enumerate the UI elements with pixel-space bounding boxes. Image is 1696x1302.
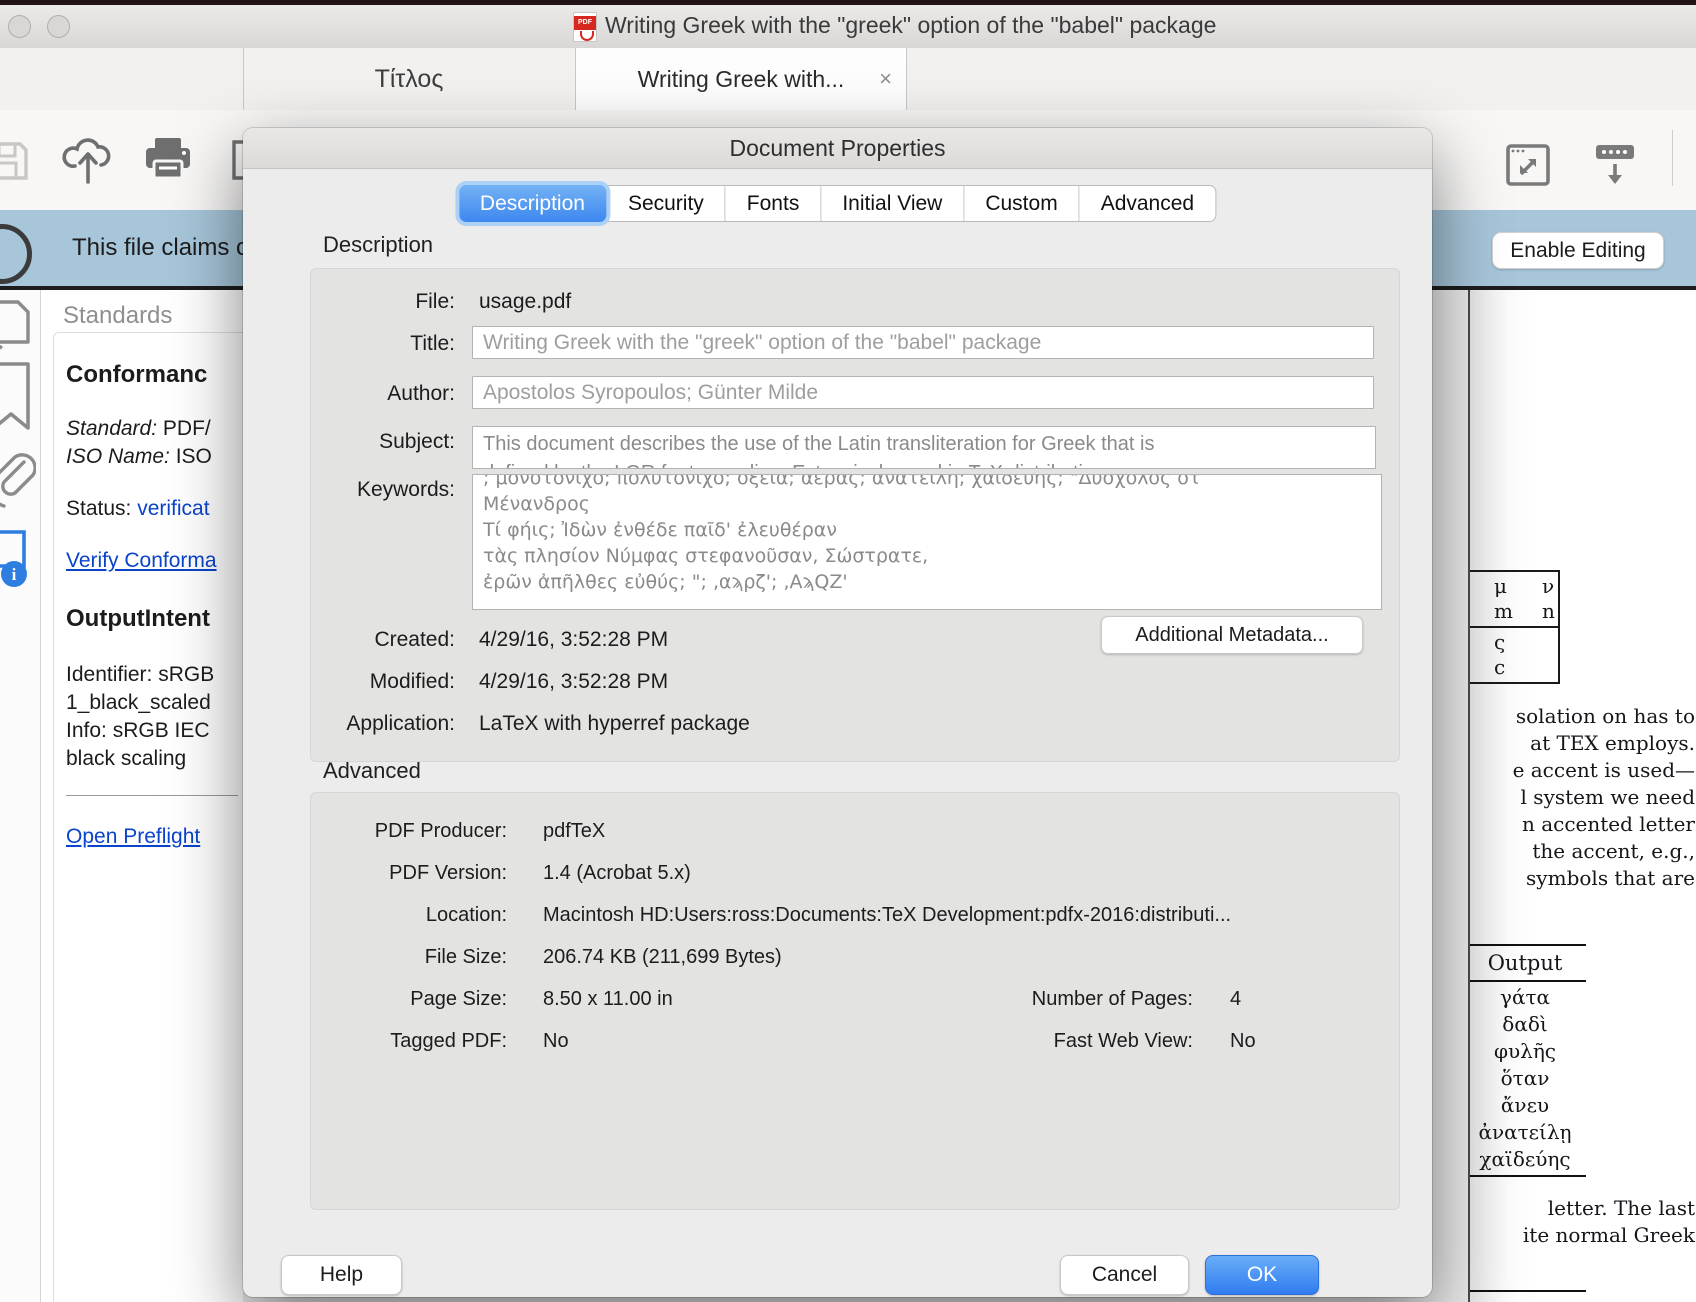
cancel-button[interactable]: Cancel [1060, 1255, 1189, 1295]
number-of-pages-value: 4 [1230, 988, 1241, 1011]
save-icon[interactable] [0, 138, 32, 184]
standards-panel: Standards Conformanc Standard: PDF/ ISO … [41, 290, 243, 1302]
standard-line: Standard: PDF/ [66, 417, 211, 441]
fast-web-view-label: Fast Web View: [943, 1030, 1193, 1053]
tab-initial-view[interactable]: Initial View [820, 186, 963, 221]
dialog-title: Document Properties [243, 128, 1432, 169]
transliteration-table-fragment: μν mn ς c [1468, 570, 1560, 684]
application-label: Application: [250, 712, 455, 736]
status-line: Status: verificat [66, 497, 210, 521]
pdf-version-value: 1.4 (Acrobat 5.x) [543, 862, 691, 885]
author-label: Author: [250, 382, 455, 406]
pdf-file-icon: PDF [573, 12, 597, 42]
document-gutter [1432, 290, 1468, 1302]
tab-fonts[interactable]: Fonts [725, 186, 821, 221]
pdf-bottom-rule [1468, 1290, 1586, 1292]
tab-document-titlos[interactable]: Τίτλος [243, 48, 575, 110]
iso-name-line: ISO Name: ISO [66, 445, 212, 469]
title-label: Title: [250, 332, 455, 356]
standards-panel-icon[interactable]: i [0, 526, 40, 590]
page-size-value: 8.50 x 11.00 in [543, 988, 673, 1011]
tab-document-active[interactable]: Writing Greek with... × [575, 48, 907, 110]
identifier-line: Identifier: sRGB [66, 663, 214, 687]
keywords-label: Keywords: [250, 478, 455, 502]
tab-document-label: Writing Greek with... [638, 66, 845, 92]
standards-panel-content: Conformanc Standard: PDF/ ISO Name: ISO … [53, 332, 243, 1302]
modified-label: Modified: [250, 670, 455, 694]
created-label: Created: [250, 628, 455, 652]
pdf-tail-text: letter. The last ite normal Greek [1468, 1195, 1695, 1249]
toolbar-divider [1672, 130, 1673, 186]
tab-description[interactable]: Description [459, 185, 606, 222]
tab-security[interactable]: Security [606, 186, 725, 221]
pdf-producer-value: pdfTeX [543, 820, 605, 843]
file-size-label: File Size: [252, 946, 507, 969]
file-value: usage.pdf [479, 290, 571, 314]
keywords-input[interactable]: ; μονοτονιχο; πολυτονιχο; οξεια; αερας; … [472, 474, 1382, 610]
file-size-value: 206.74 KB (211,699 Bytes) [543, 946, 782, 969]
advanced-section-label: Advanced [323, 758, 421, 784]
fit-window-icon[interactable] [1503, 140, 1553, 190]
location-value: Macintosh HD:Users:ross:Documents:TeX De… [543, 904, 1231, 927]
status-value-link[interactable]: verificat [137, 497, 209, 520]
document-properties-dialog: Document Properties Description Security… [243, 128, 1432, 1297]
ok-button[interactable]: OK [1205, 1255, 1319, 1295]
close-tab-icon[interactable]: × [879, 48, 892, 110]
export-pdf-icon[interactable] [0, 298, 36, 352]
attachments-icon[interactable] [0, 448, 36, 518]
enable-editing-button[interactable]: Enable Editing [1492, 232, 1664, 269]
number-of-pages-label: Number of Pages: [943, 988, 1193, 1011]
output-table-header: Output [1468, 948, 1586, 978]
file-label: File: [250, 290, 455, 314]
window-title: Writing Greek with the "greek" option of… [605, 12, 1216, 39]
panel-divider [66, 795, 238, 796]
subject-input[interactable]: This document describes the use of the L… [472, 426, 1376, 469]
tab-advanced[interactable]: Advanced [1079, 186, 1215, 221]
verify-conformance-link[interactable]: Verify Conforma [66, 549, 217, 573]
bookmarks-icon[interactable] [0, 360, 36, 434]
info-line: Info: sRGB IEC [66, 719, 210, 743]
author-input[interactable] [472, 376, 1374, 409]
hide-toolbar-icon[interactable] [1590, 140, 1640, 190]
pdf-producer-label: PDF Producer: [252, 820, 507, 843]
title-input[interactable] [472, 326, 1374, 359]
modified-value: 4/29/16, 3:52:28 PM [479, 670, 668, 694]
conformance-heading: Conformanc [66, 361, 207, 389]
page-size-label: Page Size: [252, 988, 507, 1011]
cloud-upload-icon[interactable] [62, 132, 114, 188]
pdf-version-label: PDF Version: [252, 862, 507, 885]
tagged-pdf-value: No [543, 1030, 569, 1053]
dialog-tab-bar: Description Security Fonts Initial View … [459, 185, 1216, 222]
traffic-light-button[interactable] [47, 15, 70, 38]
subject-label: Subject: [250, 430, 455, 454]
location-label: Location: [252, 904, 507, 927]
fast-web-view-value: No [1230, 1030, 1256, 1053]
outputintent-heading: OutputIntent [66, 605, 210, 633]
navigation-rail: i [0, 290, 40, 1302]
tagged-pdf-label: Tagged PDF: [252, 1030, 507, 1053]
svg-text:i: i [12, 565, 17, 584]
description-section-label: Description [323, 232, 433, 258]
pdf-page-content: μν mn ς c solation on has to at TEX empl… [1468, 290, 1696, 1302]
standards-panel-title: Standards [63, 302, 172, 330]
pdf-paragraph-fragment: solation on has to at TEX employs. e acc… [1468, 703, 1695, 892]
print-icon[interactable] [142, 134, 194, 186]
created-value: 4/29/16, 3:52:28 PM [479, 628, 668, 652]
identifier-line-2: 1_black_scaled [66, 691, 211, 715]
info-line-2: black scaling [66, 747, 186, 771]
help-button[interactable]: Help [281, 1255, 402, 1295]
notice-status-icon [0, 210, 46, 286]
tab-custom[interactable]: Custom [963, 186, 1078, 221]
additional-metadata-button[interactable]: Additional Metadata... [1101, 616, 1363, 654]
app-window: PDF Writing Greek with the "greek" optio… [0, 0, 1696, 1302]
application-value: LaTeX with hyperref package [479, 712, 750, 736]
output-table-fragment: Output γάτα δαδὶ φυλῆς ὅταν ἄνευ ἀνατείλ… [1468, 942, 1586, 1179]
traffic-light-button[interactable] [8, 15, 31, 38]
open-preflight-link[interactable]: Open Preflight [66, 825, 200, 849]
